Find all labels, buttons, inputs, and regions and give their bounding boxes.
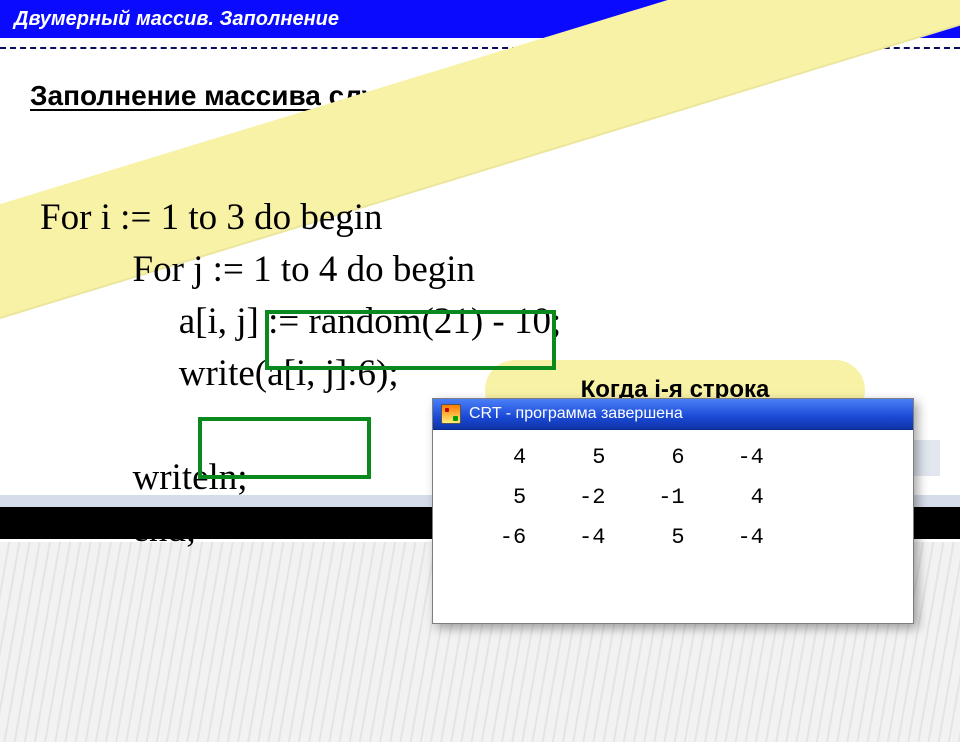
highlight-box-writeln xyxy=(198,417,371,479)
crt-output-window[interactable]: CRT - программа завершена 4 5 6 -4 5 -2 … xyxy=(432,398,914,624)
crt-window-title: CRT - программа завершена xyxy=(469,405,683,423)
code-line-6: end; xyxy=(40,509,196,550)
code-line-1: For i := 1 to 3 do begin xyxy=(40,197,383,238)
app-icon xyxy=(441,404,461,424)
slide-title: Двумерный массив. Заполнение xyxy=(14,8,339,31)
crt-titlebar[interactable]: CRT - программа завершена xyxy=(433,399,913,430)
crt-output-body: 4 5 6 -4 5 -2 -1 4 -6 -4 5 -4 xyxy=(433,430,913,566)
highlight-box-write xyxy=(265,310,556,370)
code-line-2: For j := 1 to 4 do begin xyxy=(40,249,475,290)
